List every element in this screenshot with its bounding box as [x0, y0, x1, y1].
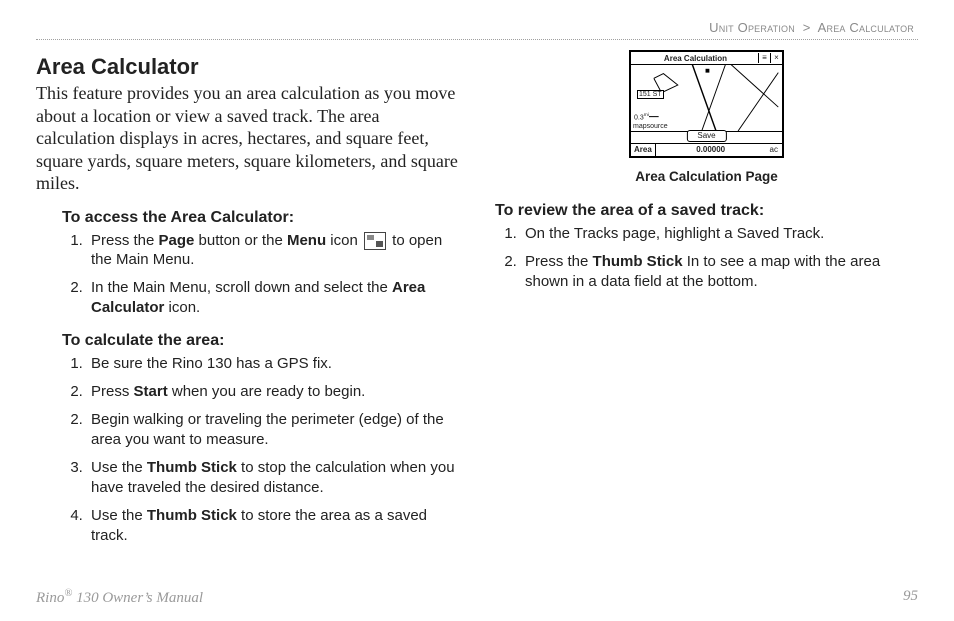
breadcrumb-separator: > [803, 20, 811, 35]
footer-page-number: 95 [903, 588, 918, 607]
breadcrumb-page: Area Calculator [818, 20, 914, 35]
list-item: On the Tracks page, highlight a Saved Tr… [521, 224, 918, 244]
device-menu-icon: ≡ [758, 53, 770, 63]
device-area-label: Area [631, 144, 656, 156]
page-footer: Rino® 130 Owner’s Manual 95 [36, 588, 918, 607]
device-save-button: Save [686, 130, 726, 142]
figure-caption: Area Calculation Page [495, 169, 918, 184]
device-street-label: 151 ST [637, 90, 664, 99]
header-divider [36, 39, 918, 40]
access-steps: Press the Page button or the Menu icon t… [36, 231, 459, 319]
page-title: Area Calculator [36, 54, 459, 80]
device-area-unit: ac [766, 144, 782, 156]
list-item: Press Start when you are ready to begin. [87, 382, 459, 402]
intro-paragraph: This feature provides you an area calcul… [36, 82, 459, 195]
list-item: In the Main Menu, scroll down and select… [87, 278, 459, 318]
device-area-value: 0.00000 [656, 144, 766, 156]
device-screenshot: Area Calculation ≡ × [629, 50, 784, 158]
device-title: Area Calculation [631, 54, 758, 63]
breadcrumb-section: Unit Operation [709, 20, 795, 35]
device-map: 151 ST 0.3mi mapsource [631, 64, 782, 132]
list-item: Press the Thumb Stick In to see a map wi… [521, 252, 918, 292]
left-column: Area Calculator This feature provides yo… [36, 50, 459, 560]
device-figure: Area Calculation ≡ × [495, 50, 918, 184]
content-columns: Area Calculator This feature provides yo… [36, 50, 918, 560]
list-item: Press the Page button or the Menu icon t… [87, 231, 459, 271]
calculate-steps: Be sure the Rino 130 has a GPS fix. Pres… [36, 354, 459, 546]
list-item: Use the Thumb Stick to store the area as… [87, 506, 459, 546]
access-heading: To access the Area Calculator: [62, 209, 459, 227]
device-scale: 0.3mi [634, 113, 649, 121]
right-column: Area Calculation ≡ × [495, 50, 918, 560]
review-steps: On the Tracks page, highlight a Saved Tr… [495, 224, 918, 292]
device-area-field: Area 0.00000 ac [631, 143, 782, 156]
device-close-icon: × [770, 53, 782, 63]
menu-icon [364, 232, 386, 250]
device-map-source: mapsource [633, 123, 668, 130]
manual-page: Unit Operation > Area Calculator Area Ca… [0, 0, 954, 621]
review-heading: To review the area of a saved track: [495, 202, 918, 220]
list-item: Use the Thumb Stick to stop the calculat… [87, 458, 459, 498]
footer-manual-title: Rino® 130 Owner’s Manual [36, 588, 203, 607]
breadcrumb: Unit Operation > Area Calculator [36, 20, 918, 35]
calculate-heading: To calculate the area: [62, 332, 459, 350]
list-item: Be sure the Rino 130 has a GPS fix. [87, 354, 459, 374]
list-item: Begin walking or traveling the perimeter… [87, 410, 459, 450]
